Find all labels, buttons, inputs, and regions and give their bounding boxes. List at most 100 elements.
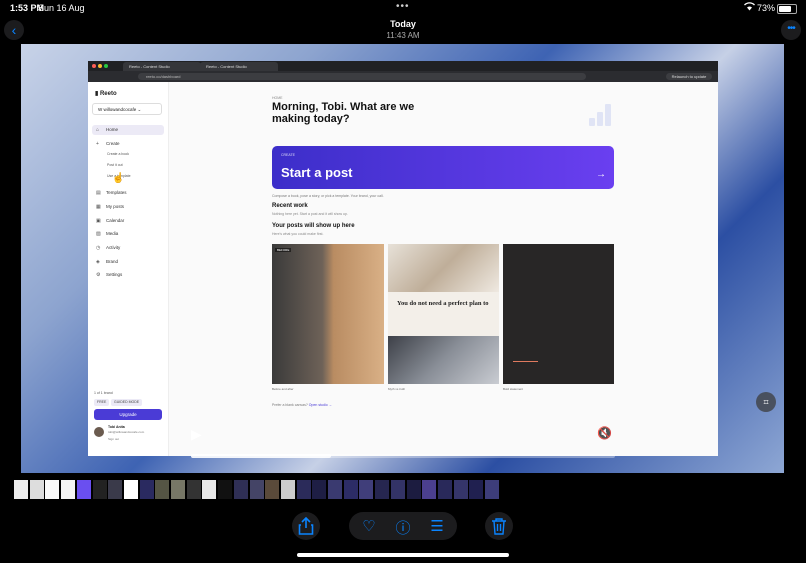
video-scrubber[interactable] [191, 454, 615, 458]
media-icon: ▨ [96, 231, 101, 237]
sidebar-item-label: Home [106, 127, 119, 132]
sidebar-item-home: ⌂ Home [92, 125, 164, 135]
zoom-window-icon [104, 64, 108, 68]
posts-title: Your posts will show up here [272, 223, 355, 229]
thumbnail[interactable] [202, 480, 217, 499]
media-viewer[interactable]: Reeto - Content Studio Reeto - Content S… [21, 44, 784, 473]
browser-tabbar: Reeto - Content Studio Reeto - Content S… [88, 61, 718, 71]
hero-description: Compose a book, pose a story, or pick a … [272, 194, 384, 198]
minimize-window-icon [98, 64, 102, 68]
thumbnail[interactable] [218, 480, 233, 499]
hand-cursor-icon: ☝ [112, 173, 125, 184]
photo-time: 11:43 AM [386, 31, 420, 40]
thumbnail[interactable] [312, 480, 327, 499]
thumbnail[interactable] [186, 480, 201, 499]
laptop-photo [388, 336, 499, 384]
dashboard-main: HOME Morning, Tobi. What are we making t… [169, 82, 718, 456]
more-button[interactable]: ••• [781, 20, 801, 40]
thumbnail[interactable] [171, 480, 185, 499]
thumbnail[interactable] [469, 480, 484, 499]
upgrade-button: Upgrade [94, 409, 162, 420]
thumbnail[interactable] [233, 480, 248, 499]
sidebar-item-my-posts: ▦ My posts [92, 202, 164, 212]
thumbnail[interactable] [485, 480, 499, 499]
thumbnail[interactable] [359, 480, 374, 499]
thumbnail[interactable] [328, 480, 342, 499]
thumbnail[interactable] [29, 480, 44, 499]
user-email: tobi@willowandcocafe.com [108, 430, 145, 434]
info-icon[interactable]: ⓘ [393, 517, 413, 538]
browser-tab: Reeto - Content Studio [123, 62, 201, 71]
thumbnail[interactable] [123, 480, 138, 499]
posts-icon: ▦ [96, 204, 101, 210]
blank-canvas-prompt: Prefer a blank canvas? Open studio → [272, 403, 332, 407]
app-logo: ▮ Reeto [95, 91, 117, 97]
status-bar: 1:53 PM Sun 16 Aug ••• 73% [0, 0, 806, 16]
sidebar-item-media: ▨ Media [92, 229, 164, 239]
thumbnail[interactable] [108, 480, 123, 499]
home-icon: ⌂ [96, 127, 100, 133]
posts-subtitle: Here's what you could make first. [272, 232, 324, 236]
thumbnail[interactable] [92, 480, 107, 499]
multitasking-icon[interactable]: ••• [396, 1, 410, 12]
plan-usage: 1 of 1 brand [94, 391, 113, 395]
thumbnail[interactable] [437, 480, 452, 499]
thumbnail[interactable] [139, 480, 154, 499]
back-button[interactable]: ‹ [4, 20, 24, 40]
brand-icon: ◈ [96, 259, 100, 265]
thumbnail[interactable] [45, 480, 60, 499]
recent-work-subtitle: Nothing here yet. Start a post and it wi… [272, 212, 348, 216]
start-post-card: CREATE Start a post → [272, 146, 614, 189]
play-icon[interactable]: ▶ [191, 426, 202, 443]
card-caption: Bold statement [503, 387, 524, 391]
thumbnail[interactable] [249, 480, 264, 499]
battery-icon [777, 4, 797, 14]
mute-icon[interactable]: 🔇 [597, 426, 612, 440]
browser-tab: Reeto - Content Studio [200, 62, 278, 71]
logo-text: Reeto [99, 91, 117, 97]
card-headline: You do not need a perfect plan to [397, 300, 489, 307]
thumbnail[interactable] [155, 480, 170, 499]
bar-illustration-icon [589, 104, 613, 126]
sign-out-link: Sign out [108, 437, 120, 441]
home-indicator[interactable] [297, 553, 509, 557]
wifi-icon [744, 2, 755, 13]
live-text-icon[interactable]: ⌗ [756, 392, 776, 412]
sidebar-item-activity: ◷ Activity [92, 243, 164, 253]
plus-icon: + [96, 141, 99, 147]
prefer-text: Prefer a blank canvas? [272, 403, 308, 407]
thumbnail[interactable] [280, 480, 295, 499]
thumbnail[interactable] [375, 480, 390, 499]
hero-title: Start a post [281, 165, 353, 180]
thumbnail[interactable] [453, 480, 468, 499]
sidebar-item-brand: ◈ Brand [92, 257, 164, 267]
thumbnail[interactable] [265, 480, 280, 499]
sidebar-item-calendar: ▣ Calendar [92, 216, 164, 226]
card-caption: Myth vs truth [388, 387, 406, 391]
photo-date: Today [390, 19, 416, 29]
calendar-icon: ▣ [96, 218, 101, 224]
thumbnail[interactable] [390, 480, 405, 499]
thumbnail[interactable] [14, 480, 28, 499]
browser-toolbar: reeto.co/dashboard Relaunch to update [88, 71, 718, 82]
browser-window: Reeto - Content Studio Reeto - Content S… [88, 61, 718, 456]
sidebar-item-label: Media [106, 231, 119, 236]
card-tag: BEFORE [275, 248, 292, 252]
heart-icon[interactable]: ♡ [359, 517, 379, 535]
sidebar-item-label: Templates [106, 190, 127, 195]
trash-icon [489, 517, 509, 539]
address-bar: reeto.co/dashboard [138, 73, 586, 80]
thumbnail[interactable] [422, 480, 437, 499]
sidebar-item-label: My posts [106, 204, 125, 209]
sidebar-item-label: Brand [106, 259, 119, 264]
settings-icon: ⚙ [96, 272, 101, 278]
sidebar-item-create: + Create [92, 139, 164, 149]
thumbnail[interactable] [343, 480, 358, 499]
thumbnail[interactable] [296, 480, 311, 499]
status-date: Sun 16 Aug [38, 3, 85, 13]
card-caption: Before and after [272, 387, 294, 391]
thumbnail[interactable] [406, 480, 421, 499]
thumbnail[interactable] [76, 480, 91, 499]
adjust-icon[interactable]: ☰ [427, 517, 447, 535]
thumbnail[interactable] [61, 480, 76, 499]
